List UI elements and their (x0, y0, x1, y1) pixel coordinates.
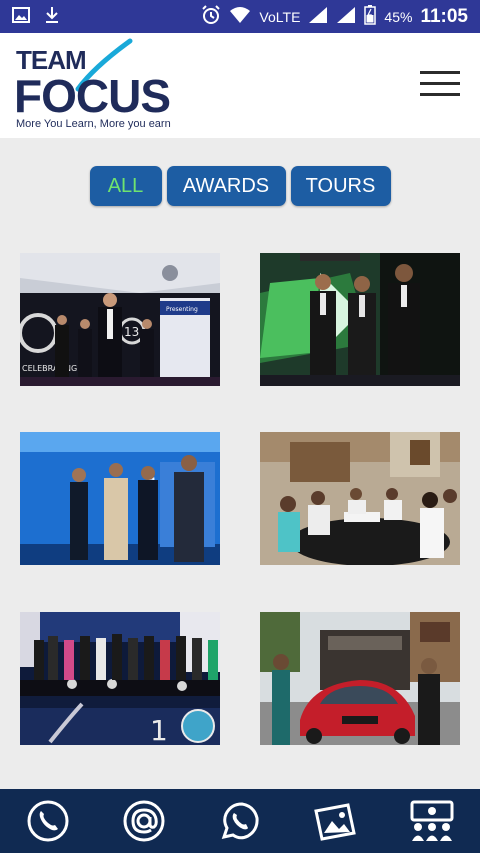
photo-banner-text: Presenting (166, 306, 198, 313)
clock: 11:05 (420, 5, 468, 27)
logo-line2: FOCUS (14, 70, 171, 122)
network-label: VoLTE (259, 8, 301, 25)
phone-icon[interactable] (20, 793, 76, 849)
status-bar: VoLTE 45% 11:05 (0, 0, 480, 33)
download-icon (44, 6, 60, 28)
tab-all[interactable]: ALL (89, 166, 162, 206)
gallery-icon[interactable] (308, 793, 364, 849)
gallery-photo-stage-blue[interactable]: 1 (20, 432, 220, 565)
gallery-photo-stage-speech[interactable]: Presenting 13 CELEBRATING (20, 253, 220, 386)
signal-icon (336, 6, 356, 28)
hamburger-menu-icon[interactable] (420, 71, 460, 97)
photo-counter-text: 13 (124, 325, 139, 339)
photo-counter-text: 1 (150, 714, 168, 745)
team-icon[interactable] (404, 793, 460, 849)
app-header: TEAM FOCUS More You Learn, More you earn (0, 33, 480, 138)
email-at-icon[interactable] (116, 793, 172, 849)
battery-icon (364, 4, 377, 29)
tab-awards[interactable]: AWARDS (166, 166, 286, 206)
image-notification-icon (12, 6, 30, 27)
gallery-photo-car-outdoor[interactable] (260, 612, 460, 745)
alarm-icon (201, 4, 221, 29)
bottom-action-bar (0, 789, 480, 853)
logo-tagline: More You Learn, More you earn (16, 118, 171, 130)
team-focus-logo[interactable]: TEAM FOCUS More You Learn, More you earn (14, 38, 194, 135)
wifi-icon (229, 6, 251, 28)
gallery-photo-banquet[interactable] (260, 432, 460, 565)
whatsapp-icon[interactable] (212, 793, 268, 849)
gallery-photo-stage-group[interactable]: 1 (20, 612, 220, 745)
tab-tours[interactable]: TOURS (290, 166, 391, 206)
gallery-photo-stage-applause[interactable] (260, 253, 460, 386)
battery-percent: 45% (384, 8, 413, 25)
signal-icon (308, 6, 328, 28)
gallery-filter-tabs: ALL AWARDS TOURS (0, 166, 480, 206)
